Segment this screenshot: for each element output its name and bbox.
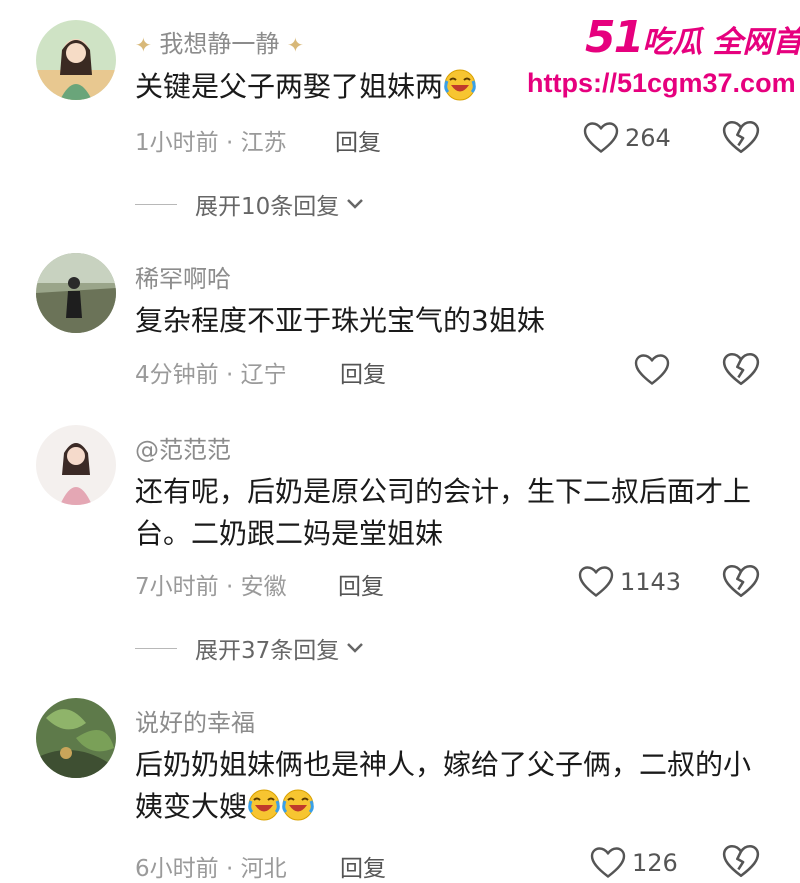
username[interactable]: ✦ 我想静一静 ✦ — [135, 24, 304, 59]
reply-button[interactable]: 回复 — [340, 355, 386, 389]
username[interactable]: @范范范 — [135, 430, 231, 465]
expand-replies-label: 展开10条回复 — [195, 194, 340, 220]
chevron-down-icon — [347, 199, 364, 209]
like-button[interactable]: 1143 — [578, 565, 681, 598]
crying-laughing-emoji-icon — [247, 788, 281, 822]
like-count: 1143 — [620, 567, 682, 596]
like-count: 264 — [625, 123, 671, 152]
avatar[interactable] — [36, 253, 116, 333]
watermark-brand: 51吃瓜 全网首发 — [585, 12, 800, 63]
watermark-text: 吃瓜 全网首发 — [642, 25, 800, 60]
expand-replies-label: 展开37条回复 — [195, 638, 340, 664]
comment-text: 后奶奶姐妹俩也是神人，嫁给了父子俩，二叔的小姨变大嫂 — [135, 744, 765, 828]
comment-meta: 6小时前 · 河北 — [135, 856, 287, 882]
crying-laughing-emoji-icon — [281, 788, 315, 822]
like-button[interactable]: 126 — [590, 846, 678, 879]
watermark-number: 51 — [585, 12, 644, 63]
chevron-down-icon — [347, 643, 364, 653]
comment-location: 辽宁 — [240, 362, 287, 388]
crying-laughing-emoji-icon — [443, 68, 477, 102]
comment-text-body: 关键是父子两娶了姐妹两 — [135, 70, 444, 103]
comment-time: 1小时前 — [135, 130, 219, 156]
comment-location: 江苏 — [240, 130, 287, 156]
comment-meta: 1小时前 · 江苏 — [135, 130, 287, 156]
broken-heart-icon[interactable] — [722, 564, 760, 598]
reply-button[interactable]: 回复 — [338, 567, 384, 601]
expand-replies-button[interactable]: 展开10条回复 — [135, 187, 365, 221]
comment-text: 复杂程度不亚于珠光宝气的3姐妹 — [135, 304, 545, 337]
comment-time: 4分钟前 — [135, 362, 219, 388]
comment-location: 安徽 — [240, 574, 287, 600]
username[interactable]: 稀罕啊哈 — [135, 259, 231, 294]
comment-text: 还有呢，后奶是原公司的会计，生下二叔后面才上台。二奶跟二妈是堂姐妹 — [135, 475, 752, 550]
like-button[interactable]: 264 — [583, 121, 671, 154]
decor-icon: ✦ — [135, 33, 152, 57]
comment-time: 7小时前 — [135, 574, 219, 600]
like-button[interactable] — [634, 353, 676, 386]
divider-line — [135, 203, 177, 205]
reply-button[interactable]: 回复 — [340, 849, 386, 883]
broken-heart-icon[interactable] — [722, 120, 760, 154]
heart-outline-icon — [578, 565, 614, 598]
avatar[interactable] — [36, 425, 116, 505]
broken-heart-icon[interactable] — [722, 844, 760, 878]
avatar[interactable] — [36, 20, 116, 100]
comment-meta: 7小时前 · 安徽 — [135, 574, 287, 600]
comment-text-body: 后奶奶姐妹俩也是神人，嫁给了父子俩，二叔的小姨变大嫂 — [135, 748, 752, 823]
avatar[interactable] — [36, 698, 116, 778]
comment-text: 关键是父子两娶了姐妹两 — [135, 66, 775, 108]
comment-meta: 4分钟前 · 辽宁 — [135, 362, 287, 388]
broken-heart-icon[interactable] — [722, 352, 760, 386]
comment-location: 河北 — [240, 856, 287, 882]
heart-outline-icon — [590, 846, 626, 879]
decor-icon: ✦ — [287, 33, 304, 57]
like-count: 126 — [632, 848, 678, 877]
divider-line — [135, 647, 177, 649]
username-text: 我想静一静 — [159, 30, 280, 58]
heart-outline-icon — [634, 353, 670, 386]
username[interactable]: 说好的幸福 — [135, 703, 255, 738]
reply-button[interactable]: 回复 — [335, 123, 381, 157]
expand-replies-button[interactable]: 展开37条回复 — [135, 631, 365, 665]
comment-time: 6小时前 — [135, 856, 219, 882]
heart-outline-icon — [583, 121, 619, 154]
